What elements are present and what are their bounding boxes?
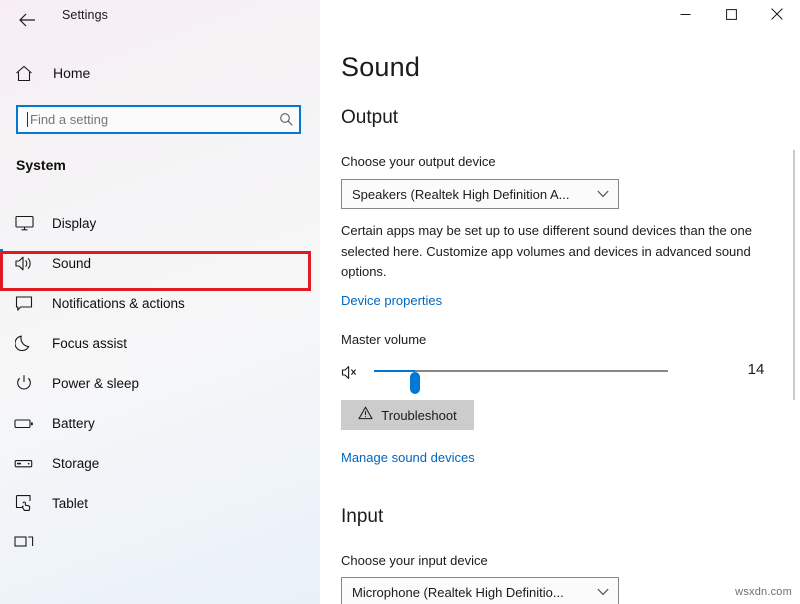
sidebar-item-power-sleep[interactable]: Power & sleep	[0, 363, 313, 403]
maximize-button[interactable]	[708, 0, 754, 32]
speaker-icon	[13, 252, 35, 274]
sidebar-item-battery-label: Battery	[52, 416, 95, 431]
sidebar-item-sound[interactable]: Sound	[0, 243, 313, 283]
power-icon	[13, 372, 35, 394]
speaker-mute-icon[interactable]	[341, 363, 363, 381]
moon-icon	[13, 332, 35, 354]
sidebar-item-home-label: Home	[53, 65, 90, 81]
output-device-dropdown[interactable]: Speakers (Realtek High Definition A...	[341, 179, 619, 209]
search-icon[interactable]	[273, 107, 299, 132]
sidebar-item-sound-label: Sound	[52, 256, 91, 271]
tablet-icon	[13, 492, 35, 514]
home-icon	[14, 63, 34, 83]
close-icon	[771, 7, 783, 25]
sidebar-item-display[interactable]: Display	[0, 203, 313, 243]
master-volume-fill	[374, 370, 415, 372]
master-volume-value: 14	[736, 361, 776, 378]
sidebar-item-focus-assist[interactable]: Focus assist	[0, 323, 313, 363]
close-button[interactable]	[754, 0, 800, 32]
speech-bubble-icon	[13, 292, 35, 314]
sidebar-item-home[interactable]: Home	[0, 57, 300, 89]
sidebar-item-multitasking[interactable]	[0, 523, 313, 563]
input-device-label: Choose your input device	[341, 553, 488, 568]
master-volume-label: Master volume	[341, 332, 426, 347]
selection-accent-bar	[0, 289, 3, 317]
input-section-heading: Input	[341, 506, 383, 528]
main-content: Sound Output Choose your output device S…	[320, 0, 800, 604]
troubleshoot-button-label: Troubleshoot	[381, 408, 456, 423]
multitasking-icon	[13, 532, 35, 554]
back-button[interactable]	[10, 4, 44, 36]
selection-accent-bar	[0, 489, 3, 517]
selection-accent-bar	[0, 449, 3, 477]
selection-accent-bar	[0, 369, 3, 397]
sidebar-item-tablet-label: Tablet	[52, 496, 88, 511]
output-description: Certain apps may be set up to use differ…	[341, 221, 773, 283]
output-device-label: Choose your output device	[341, 154, 496, 169]
selection-accent-bar	[0, 329, 3, 357]
sidebar-group-title: System	[16, 157, 66, 173]
minimize-icon	[680, 7, 691, 25]
settings-window: Settings Home System	[0, 0, 800, 604]
chevron-down-icon	[588, 190, 618, 198]
input-device-dropdown[interactable]: Microphone (Realtek High Definitio...	[341, 577, 619, 604]
monitor-icon	[13, 212, 35, 234]
sidebar-item-focus-assist-label: Focus assist	[52, 336, 127, 351]
page-title: Sound	[341, 52, 420, 83]
selection-accent-bar	[0, 249, 3, 277]
sidebar-item-notifications[interactable]: Notifications & actions	[0, 283, 313, 323]
selection-accent-bar	[0, 209, 3, 237]
sidebar-item-display-label: Display	[52, 216, 96, 231]
selection-accent-bar	[0, 409, 3, 437]
chevron-down-icon	[588, 588, 618, 596]
sidebar-item-power-sleep-label: Power & sleep	[52, 376, 139, 391]
output-device-value: Speakers (Realtek High Definition A...	[342, 187, 588, 202]
maximize-icon	[726, 7, 737, 25]
master-volume-thumb[interactable]	[410, 372, 420, 394]
sidebar-item-storage-label: Storage	[52, 456, 99, 471]
sidebar-item-battery[interactable]: Battery	[0, 403, 313, 443]
device-properties-link[interactable]: Device properties	[341, 293, 442, 308]
selection-accent-bar	[0, 529, 3, 557]
manage-sound-devices-link[interactable]: Manage sound devices	[341, 450, 475, 465]
sidebar-item-storage[interactable]: Storage	[0, 443, 313, 483]
warning-triangle-icon	[358, 406, 373, 425]
minimize-button[interactable]	[662, 0, 708, 32]
sidebar-nav-list: Display Sound	[0, 203, 320, 563]
search-box[interactable]	[16, 105, 301, 134]
battery-icon	[13, 412, 35, 434]
window-controls	[662, 0, 800, 32]
app-title: Settings	[62, 8, 108, 22]
sidebar-item-notifications-label: Notifications & actions	[52, 296, 185, 311]
back-arrow-icon	[19, 13, 36, 27]
search-input[interactable]	[28, 107, 273, 132]
storage-icon	[13, 452, 35, 474]
input-device-value: Microphone (Realtek High Definitio...	[342, 585, 588, 600]
watermark: wsxdn.com	[735, 586, 792, 598]
sidebar: Settings Home System	[0, 0, 320, 604]
troubleshoot-button[interactable]: Troubleshoot	[341, 400, 474, 430]
master-volume-track[interactable]	[374, 370, 668, 372]
main-scrollbar-thumb[interactable]	[793, 150, 795, 400]
master-volume-slider-row: 14	[341, 358, 771, 386]
sidebar-titlebar: Settings	[0, 0, 320, 40]
sidebar-item-tablet[interactable]: Tablet	[0, 483, 313, 523]
output-section-heading: Output	[341, 107, 398, 129]
